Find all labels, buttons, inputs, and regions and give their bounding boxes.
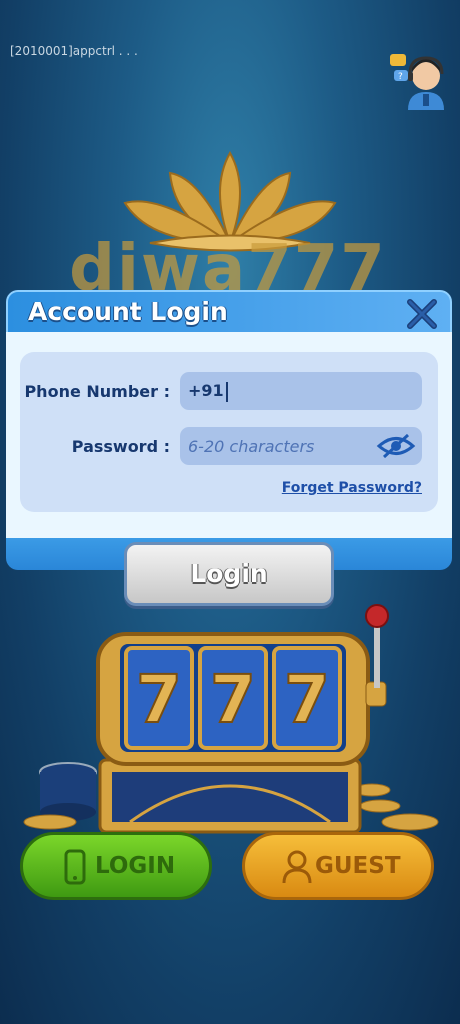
login-button[interactable]: Login	[124, 542, 334, 606]
eye-slash-icon[interactable]	[376, 433, 416, 459]
phone-label: Phone Number :	[24, 382, 170, 401]
phone-input[interactable]: +91	[180, 372, 422, 410]
bottom-login-button[interactable]: LOGIN	[20, 832, 212, 900]
password-label: Password :	[71, 437, 170, 456]
phone-icon	[64, 849, 86, 885]
guest-label: GUEST	[315, 853, 401, 879]
person-icon	[282, 850, 312, 884]
close-icon[interactable]	[404, 296, 440, 332]
reels: 7 7 7	[124, 646, 342, 750]
forget-password-link[interactable]: Forget Password?	[282, 480, 422, 496]
bottom-login-label: LOGIN	[95, 853, 176, 879]
reel-3: 7	[284, 661, 330, 738]
casino-chips	[39, 762, 97, 821]
phone-value: +91	[188, 381, 228, 402]
reel-2: 7	[210, 661, 256, 738]
dialog-header: Account Login	[6, 290, 452, 334]
support-agent-icon[interactable]: ?	[390, 50, 446, 110]
guest-button[interactable]: GUEST	[242, 832, 434, 900]
account-login-dialog: Account Login Phone Number : +91 Passwor…	[6, 290, 452, 570]
status-text: [2010001]appctrl . . .	[10, 44, 138, 58]
svg-text:?: ?	[398, 72, 403, 82]
password-input[interactable]: 6-20 characters	[180, 427, 422, 465]
reel-1: 7	[136, 661, 182, 738]
login-form: Phone Number : +91 Password : 6-20 chara…	[20, 352, 438, 512]
dialog-title: Account Login	[28, 297, 228, 326]
login-button-label: Login	[190, 559, 268, 588]
password-placeholder: 6-20 characters	[188, 437, 315, 456]
dialog-body: Phone Number : +91 Password : 6-20 chara…	[6, 332, 452, 540]
slot-machine-image: 7 7 7	[23, 604, 439, 834]
